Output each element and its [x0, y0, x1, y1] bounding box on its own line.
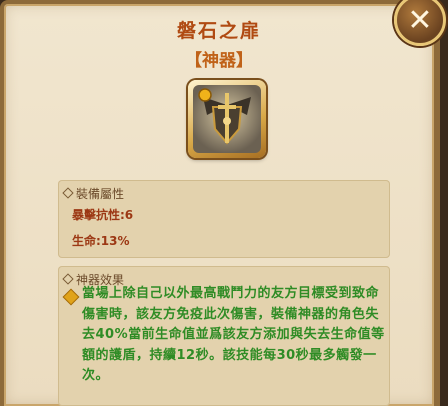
artifact-icon-frame[interactable] [188, 80, 266, 158]
effect-description: 當場上除自己以外最高戰鬥力的友方目標受到致命傷害時，該友方免疫此次傷害，裝備神器… [82, 286, 385, 383]
artifact-name: 磐石之扉 [176, 20, 261, 42]
stat-hp: 生命:13% [72, 234, 130, 248]
artifact-effect-section: 神器效果 當場上除自己以外最高戰鬥力的友方目標受到致命傷害時，該友方免疫此次傷害… [58, 266, 390, 406]
artifact-category: 【神器】 [185, 51, 253, 71]
diamond-bullet-icon [62, 273, 74, 285]
artifact-detail-panel: 磐石之扉 【神器】 裝備屬性 暴擊抗性:6 生命:13% 神器效果 當場上除自己… [0, 0, 440, 406]
stat-crit-resistance: 暴擊抗性:6 [72, 208, 134, 222]
diamond-bullet-icon [62, 187, 74, 199]
equipment-attributes-section: 裝備屬性 暴擊抗性:6 生命:13% [58, 180, 390, 258]
close-icon: ✕ [407, 2, 433, 38]
shield-sword-artifact-icon [193, 85, 261, 153]
attributes-header: 裝備屬性 [62, 185, 125, 202]
gold-diamond-icon [63, 289, 79, 305]
attributes-header-label: 裝備屬性 [76, 187, 125, 201]
